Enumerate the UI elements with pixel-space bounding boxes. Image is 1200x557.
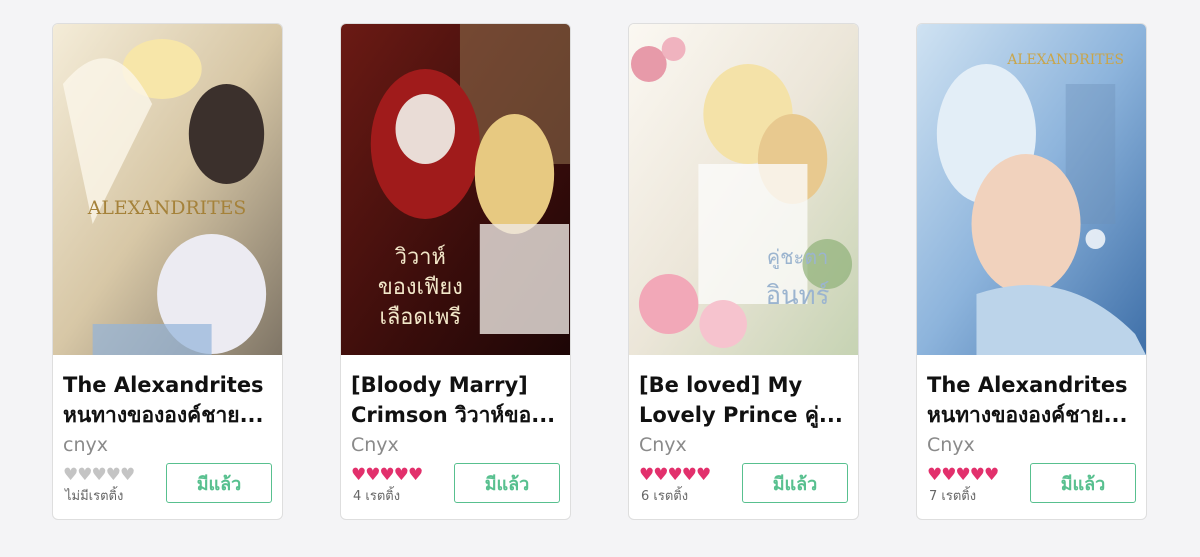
book-author[interactable]: cnyx	[63, 434, 272, 456]
heart-icon: ♥	[955, 465, 971, 485]
book-author[interactable]: Cnyx	[351, 434, 560, 456]
svg-text:ของเฟียง: ของเฟียง	[378, 275, 463, 300]
card-footer: ♥♥♥♥♥ 4 เรตติ้ง มีแล้ว	[351, 463, 560, 507]
svg-text:คู่ชะตา: คู่ชะตา	[767, 246, 828, 270]
heart-icon: ♥	[77, 465, 92, 485]
book-title-line1: The Alexandrites	[927, 373, 1128, 397]
heart-icon: ♥	[365, 465, 380, 485]
book-cover[interactable]: ALEXANDRITES	[53, 24, 282, 355]
card-footer: ♥♥♥♥♥ ไม่มีเรตติ้ง มีแล้ว	[63, 463, 272, 507]
book-title-line2: Lovely Prince คู่...	[639, 403, 843, 427]
heart-icon: ♥	[667, 465, 683, 485]
card-footer: ♥♥♥♥♥ 6 เรตติ้ง มีแล้ว	[639, 463, 848, 507]
card-footer: ♥♥♥♥♥ 7 เรตติ้ง มีแล้ว	[927, 463, 1136, 507]
book-title[interactable]: [Be loved] My Lovely Prince คู่...	[639, 370, 848, 430]
owned-button[interactable]: มีแล้ว	[1030, 463, 1136, 503]
rating-count: ไม่มีเรตติ้ง	[65, 489, 124, 504]
heart-icon: ♥	[393, 465, 409, 485]
heart-icon: ♥	[351, 465, 366, 485]
heart-icon: ♥	[969, 465, 985, 485]
book-card[interactable]: ALEXANDRITES The Alexandrites หนทางขององ…	[916, 23, 1147, 520]
heart-icon: ♥	[681, 465, 697, 485]
book-title-line2: หนทางขององค์ชาย...	[927, 403, 1128, 427]
heart-icon: ♥	[91, 465, 107, 485]
rating-count: 7 เรตติ้ง	[929, 489, 977, 504]
heart-icon: ♥	[379, 465, 395, 485]
owned-button[interactable]: มีแล้ว	[454, 463, 560, 503]
heart-icon: ♥	[408, 465, 423, 485]
book-card[interactable]: วิวาห์ ของเฟียง เลือดเพรี [Bloody Marry]…	[340, 23, 571, 520]
owned-button[interactable]: มีแล้ว	[742, 463, 848, 503]
rating-hearts: ♥♥♥♥♥	[927, 465, 999, 485]
book-title-line2: Crimson วิวาห์ขอ...	[351, 403, 556, 427]
book-title[interactable]: [Bloody Marry] Crimson วิวาห์ขอ...	[351, 370, 560, 430]
heart-icon: ♥	[941, 465, 956, 485]
cover-title-text: ALEXANDRITES	[87, 197, 247, 219]
book-cover[interactable]: วิวาห์ ของเฟียง เลือดเพรี	[341, 24, 570, 355]
book-card[interactable]: ALEXANDRITES The Alexandrites หนทางขององ…	[52, 23, 283, 520]
book-author[interactable]: Cnyx	[639, 434, 848, 456]
heart-icon: ♥	[984, 465, 999, 485]
heart-icon: ♥	[653, 465, 668, 485]
rating-count: 4 เรตติ้ง	[353, 489, 401, 504]
heart-icon: ♥	[927, 465, 942, 485]
book-author[interactable]: Cnyx	[927, 434, 1136, 456]
rating-hearts: ♥♥♥♥♥	[639, 465, 711, 485]
cover-title-text: ALEXANDRITES	[1006, 52, 1124, 68]
heart-icon: ♥	[105, 465, 121, 485]
rating-hearts: ♥♥♥♥♥	[63, 465, 135, 485]
book-title[interactable]: The Alexandrites หนทางขององค์ชาย...	[927, 370, 1136, 430]
svg-text:อินทร์: อินทร์	[766, 281, 830, 311]
owned-button[interactable]: มีแล้ว	[166, 463, 272, 503]
book-title-line1: The Alexandrites	[63, 373, 264, 397]
heart-icon: ♥	[639, 465, 654, 485]
book-cover[interactable]: คู่ชะตา อินทร์	[629, 24, 858, 355]
rating-count: 6 เรตติ้ง	[641, 489, 689, 504]
book-title-line2: หนทางขององค์ชาย...	[63, 403, 264, 427]
book-card[interactable]: คู่ชะตา อินทร์ [Be loved] My Lovely Prin…	[628, 23, 859, 520]
book-grid: ALEXANDRITES The Alexandrites หนทางขององ…	[0, 0, 1200, 557]
svg-text:เลือดเพรี: เลือดเพรี	[380, 305, 462, 330]
heart-icon: ♥	[696, 465, 711, 485]
book-cover[interactable]: ALEXANDRITES	[917, 24, 1146, 355]
svg-text:วิวาห์: วิวาห์	[394, 245, 446, 270]
heart-icon: ♥	[120, 465, 135, 485]
heart-icon: ♥	[63, 465, 78, 485]
book-title-line1: [Bloody Marry]	[351, 373, 528, 397]
book-title-line1: [Be loved] My	[639, 373, 803, 397]
rating-hearts: ♥♥♥♥♥	[351, 465, 423, 485]
book-title[interactable]: The Alexandrites หนทางขององค์ชาย...	[63, 370, 272, 430]
